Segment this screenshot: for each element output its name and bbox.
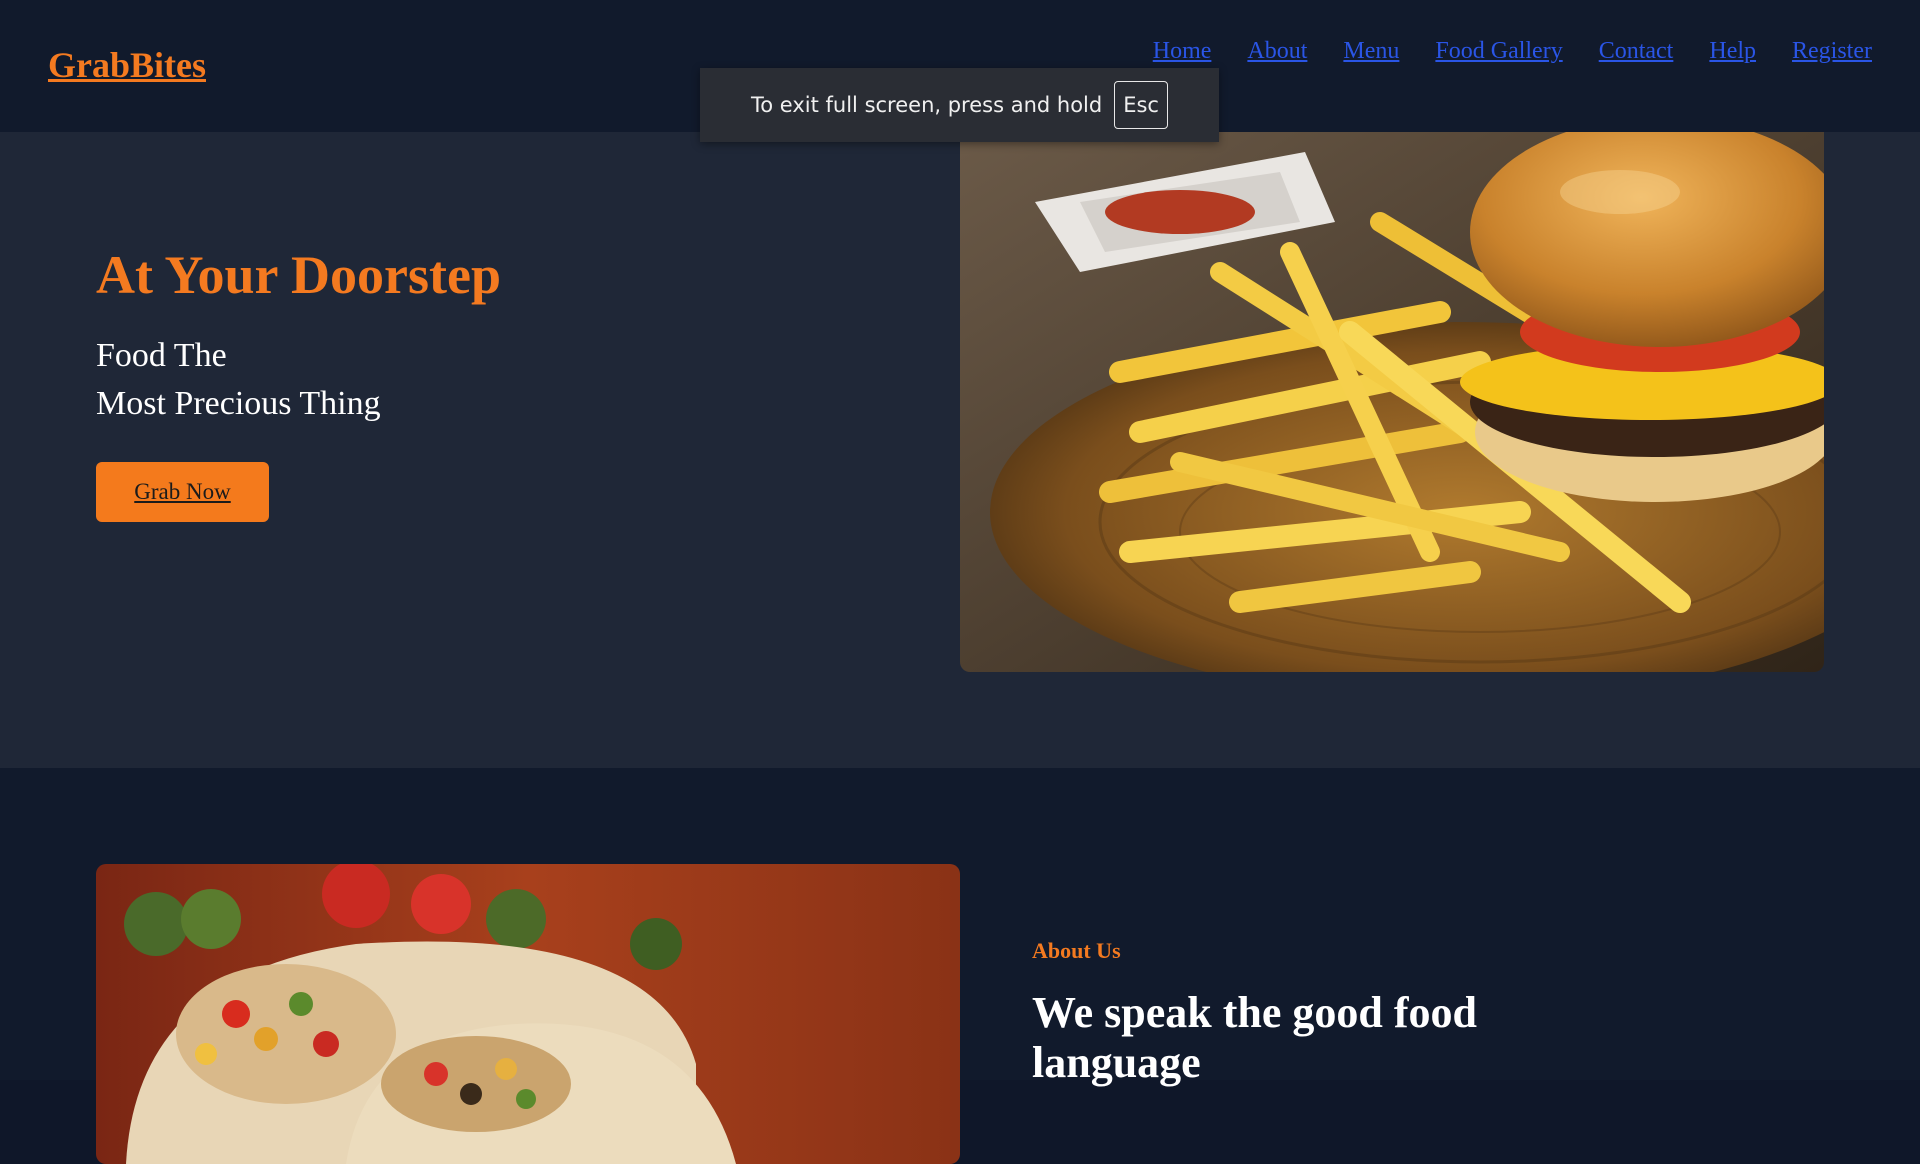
burger-fries-illustration — [960, 132, 1824, 672]
hero-title: At Your Doorstep — [96, 245, 501, 305]
hero-subtitle-line-1: Food The — [96, 337, 227, 374]
hero-subtitle-line-2: Most Precious Thing — [96, 385, 381, 422]
nav-links: Home About Menu Food Gallery Contact Hel… — [1153, 38, 1872, 65]
nav-link-menu[interactable]: Menu — [1343, 38, 1399, 65]
brand-logo-link[interactable]: GrabBites — [48, 44, 206, 86]
burger-fries-image — [960, 132, 1824, 672]
nav-link-help[interactable]: Help — [1709, 38, 1756, 65]
nav-link-about[interactable]: About — [1247, 38, 1307, 65]
nav-link-food-gallery[interactable]: Food Gallery — [1435, 38, 1562, 65]
esc-key-badge: Esc — [1114, 81, 1168, 129]
fullscreen-notice-text: To exit full screen, press and hold — [751, 93, 1103, 117]
hero-section: At Your Doorstep Food The Most Precious … — [0, 132, 1920, 768]
about-kicker: About Us — [1032, 938, 1121, 963]
burrito-image — [96, 864, 960, 1164]
grab-now-button[interactable]: Grab Now — [96, 462, 269, 522]
fullscreen-exit-notice: To exit full screen, press and hold Esc — [700, 68, 1219, 142]
about-section: About Us We speak the good food language — [0, 768, 1920, 1164]
burrito-illustration — [96, 864, 960, 1164]
nav-link-register[interactable]: Register — [1792, 38, 1872, 65]
hero-subtitle: Food The Most Precious Thing — [96, 332, 381, 428]
about-heading: We speak the good food language — [1032, 988, 1477, 1087]
nav-link-home[interactable]: Home — [1153, 38, 1212, 65]
nav-link-contact[interactable]: Contact — [1599, 38, 1674, 65]
